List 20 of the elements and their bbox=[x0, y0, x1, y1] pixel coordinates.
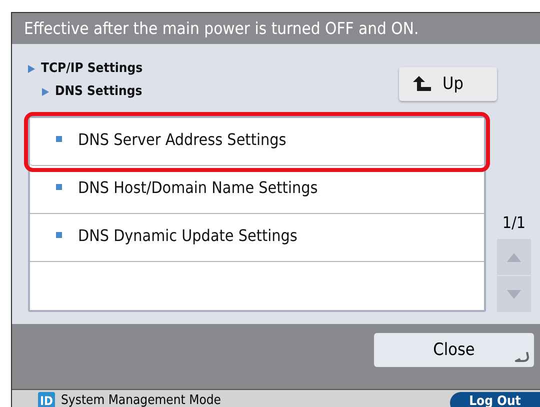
list-item[interactable]: DNS Server Address Settings bbox=[30, 118, 484, 166]
up-triangle-icon bbox=[507, 252, 521, 262]
header-message: Effective after the main power is turned OFF and ON. bbox=[24, 19, 419, 38]
id-badge: ID bbox=[38, 392, 55, 407]
breadcrumb-item: TCP/IP Settings bbox=[41, 61, 143, 76]
bullet-icon bbox=[56, 184, 62, 190]
bullet-icon bbox=[56, 232, 62, 238]
mode-label: System Management Mode bbox=[61, 393, 221, 407]
close-button[interactable]: Close bbox=[374, 333, 534, 367]
list-item[interactable]: DNS Dynamic Update Settings bbox=[30, 214, 484, 262]
triangle-icon bbox=[28, 64, 35, 72]
up-button[interactable]: Up bbox=[399, 67, 497, 101]
down-triangle-icon bbox=[507, 290, 521, 298]
triangle-icon bbox=[42, 88, 49, 96]
page-counter: 1/1 bbox=[502, 213, 526, 232]
list-item[interactable]: DNS Host/Domain Name Settings bbox=[30, 166, 484, 214]
bullet-icon bbox=[56, 136, 62, 142]
up-arrow-icon bbox=[412, 76, 431, 92]
breadcrumb-item: DNS Settings bbox=[55, 84, 142, 99]
log-out-button[interactable]: Log Out bbox=[450, 392, 540, 407]
